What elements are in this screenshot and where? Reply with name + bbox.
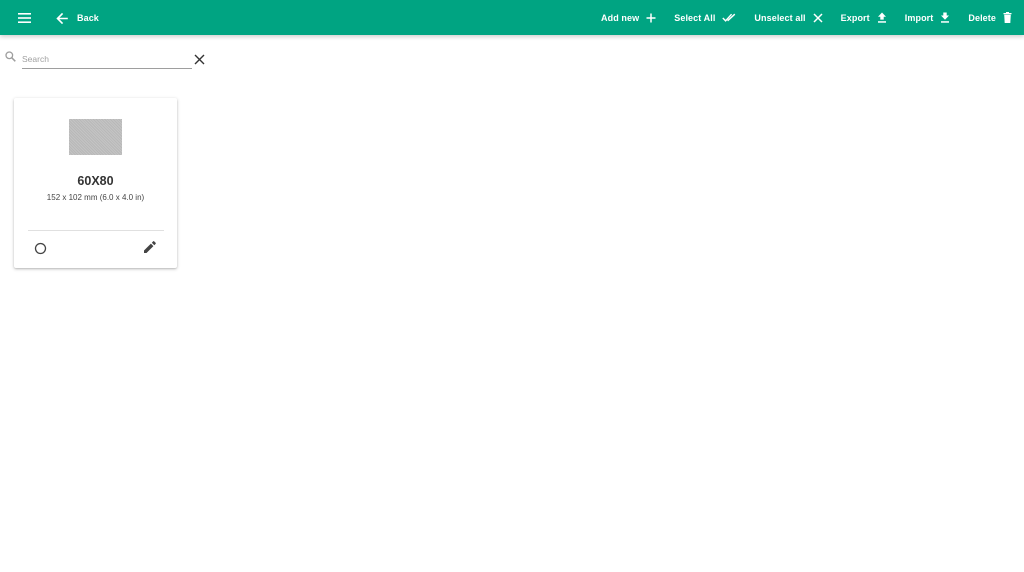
back-label: Back bbox=[77, 13, 99, 23]
import-button[interactable]: Import bbox=[905, 12, 951, 23]
import-label: Import bbox=[904, 12, 934, 23]
select-all-label: Select All bbox=[674, 12, 716, 23]
card-title: 60X80 bbox=[77, 174, 114, 188]
menu-button[interactable] bbox=[14, 8, 34, 28]
trash-icon bbox=[1003, 12, 1012, 23]
card-divider bbox=[28, 230, 164, 231]
card-dimensions: 152 x 102 mm (6.0 x 4.0 in) bbox=[46, 193, 145, 202]
edit-button[interactable] bbox=[143, 241, 156, 259]
select-radio[interactable] bbox=[34, 242, 47, 260]
plus-icon bbox=[646, 13, 656, 22]
delete-button[interactable]: Delete bbox=[968, 12, 1012, 23]
close-icon bbox=[813, 12, 823, 23]
menu-icon bbox=[17, 13, 31, 23]
search-icon bbox=[5, 51, 16, 62]
radio-unchecked-icon bbox=[34, 242, 47, 255]
back-button[interactable]: Back bbox=[56, 8, 99, 28]
clear-search-button[interactable] bbox=[194, 52, 205, 70]
label-thumbnail bbox=[69, 119, 122, 155]
double-check-icon bbox=[722, 13, 736, 22]
add-new-label: Add new bbox=[601, 12, 640, 23]
search-input[interactable] bbox=[22, 48, 192, 69]
unselect-all-label: Unselect all bbox=[754, 12, 806, 23]
top-app-bar: Back Add new Select All Unselect all Exp… bbox=[0, 0, 1024, 35]
arrow-back-icon bbox=[56, 12, 68, 24]
export-label: Export bbox=[840, 12, 870, 23]
toolbar-actions: Add new Select All Unselect all Export I… bbox=[601, 0, 1012, 35]
select-all-button[interactable]: Select All bbox=[674, 13, 736, 23]
download-icon bbox=[941, 12, 950, 23]
upload-icon bbox=[877, 12, 886, 23]
export-button[interactable]: Export bbox=[841, 12, 887, 23]
pencil-icon bbox=[144, 241, 156, 253]
add-new-button[interactable]: Add new bbox=[601, 13, 656, 23]
label-card[interactable]: 60X80 152 x 102 mm (6.0 x 4.0 in) bbox=[14, 98, 177, 268]
search-bar bbox=[5, 48, 215, 72]
delete-label: Delete bbox=[968, 12, 996, 23]
unselect-all-button[interactable]: Unselect all bbox=[754, 12, 823, 23]
close-icon bbox=[194, 54, 205, 65]
